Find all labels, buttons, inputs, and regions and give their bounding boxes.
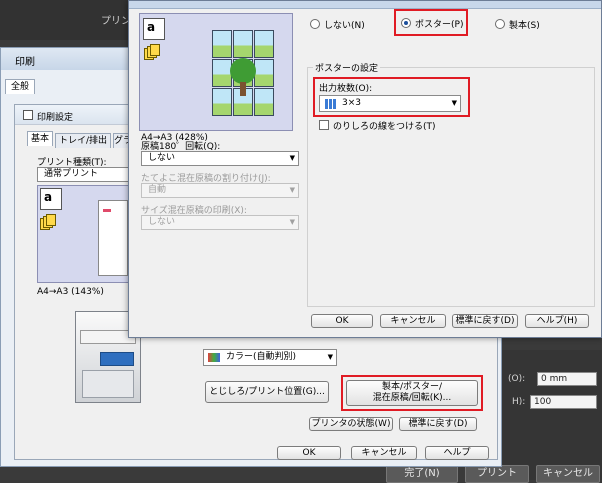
radio-none-label: しない(N) xyxy=(324,21,365,31)
poster-preview: a xyxy=(139,13,293,131)
document-a-icon: a xyxy=(40,188,62,210)
poster-settings-title: ポスターの設定 xyxy=(313,61,381,74)
poster-dialog: a A4→A3 (428%) 原稿180゜回転(Q): しない ▼ たてよこ混在… xyxy=(128,0,602,338)
printer-status-button[interactable]: プリンタの状態(W) xyxy=(309,417,393,431)
dialog-ok-button[interactable]: OK xyxy=(311,314,373,328)
tab-general[interactable]: 全般 xyxy=(5,79,35,94)
mixed-size-value: しない xyxy=(148,217,176,227)
binding-position-button[interactable]: とじしろ/プリント位置(G)... xyxy=(205,381,329,403)
chevron-down-icon: ▼ xyxy=(289,186,295,194)
height-label: H): xyxy=(512,397,526,407)
settings-help-button[interactable]: ヘルプ xyxy=(425,446,489,460)
mixed-orientation-select[interactable]: 自動 ▼ xyxy=(141,183,299,198)
chevron-down-icon: ▼ xyxy=(289,218,295,226)
radio-poster[interactable] xyxy=(401,18,411,28)
output-count-value: 3×3 xyxy=(342,98,361,108)
chevron-down-icon: ▼ xyxy=(327,353,333,361)
app-title-fragment: プリン xyxy=(101,16,131,27)
tab-tray-output[interactable]: トレイ/排出 xyxy=(55,133,111,148)
radio-booklet[interactable] xyxy=(495,19,505,29)
radio-poster-label: ポスター(P) xyxy=(415,20,464,30)
settings-preview-caption: A4→A3 (143%) xyxy=(37,287,104,297)
mixed-orientation-value: 自動 xyxy=(148,185,167,195)
overlap-checkbox[interactable] xyxy=(319,120,329,130)
overlap-label: のりしろの線をつける(T) xyxy=(333,122,436,132)
cancel-bottom-button[interactable]: キャンセル xyxy=(536,465,600,483)
settings-restore-button[interactable]: 標準に戻す(D) xyxy=(399,417,477,431)
color-mode-value: カラー(自動判別) xyxy=(226,352,297,362)
print-type-value: 通常プリント xyxy=(44,169,99,179)
color-mode-select[interactable]: カラー(自動判別) ▼ xyxy=(203,349,337,366)
app-right-panel xyxy=(495,350,602,480)
rotate-value: しない xyxy=(148,153,176,163)
margin-field[interactable]: 0 mm xyxy=(537,372,597,386)
color-icon xyxy=(208,353,220,362)
rotate-select[interactable]: しない ▼ xyxy=(141,151,299,166)
complete-button[interactable]: 完了(N) xyxy=(386,465,458,483)
height-field[interactable]: 100 xyxy=(530,395,597,409)
settings-cancel-button[interactable]: キャンセル xyxy=(351,446,417,460)
booklet-poster-button[interactable]: 製本/ポスター/ 混在原稿/回転(K)... xyxy=(346,380,478,406)
poster-grid-icon xyxy=(212,30,274,116)
poster-dialog-titlebar xyxy=(129,1,601,9)
chevron-down-icon: ▼ xyxy=(451,99,457,107)
mixed-size-select[interactable]: しない ▼ xyxy=(141,215,299,230)
chevron-down-icon: ▼ xyxy=(289,154,295,162)
settings-title: 印刷設定 xyxy=(37,113,74,123)
settings-preview: a xyxy=(37,185,133,283)
printer-small-icon xyxy=(23,110,33,120)
print-type-select[interactable]: 通常プリント xyxy=(37,167,133,182)
print-button[interactable]: プリント xyxy=(465,465,529,483)
radio-none[interactable] xyxy=(310,19,320,29)
dialog-help-button[interactable]: ヘルプ(H) xyxy=(525,314,589,328)
settings-ok-button[interactable]: OK xyxy=(277,446,341,460)
dialog-cancel-button[interactable]: キャンセル xyxy=(380,314,446,328)
dialog-restore-button[interactable]: 標準に戻す(D) xyxy=(452,314,518,328)
radio-booklet-label: 製本(S) xyxy=(509,21,540,31)
preview-page xyxy=(98,200,128,276)
output-count-select[interactable]: 3×3 ▼ xyxy=(319,95,461,112)
document-a-icon: a xyxy=(143,18,165,40)
output-count-label: 出力枚数(O): xyxy=(319,84,373,94)
print-window-title: 印刷 xyxy=(15,57,35,68)
paper-stack-icon xyxy=(144,44,164,60)
poster-grid-small-icon xyxy=(325,99,336,109)
paper-stack-icon xyxy=(40,214,60,230)
tab-basic[interactable]: 基本 xyxy=(27,131,53,146)
margin-label: (O): xyxy=(508,374,526,384)
